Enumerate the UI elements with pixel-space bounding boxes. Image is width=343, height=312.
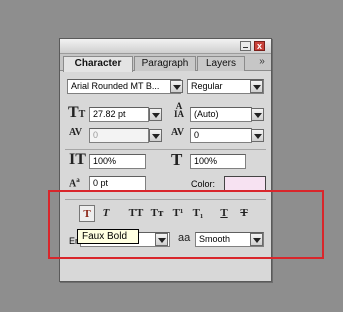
divider	[65, 149, 266, 150]
vertical-scale-value: 100%	[93, 156, 117, 166]
tab-layers[interactable]: Layers	[197, 56, 245, 71]
leading-icon: A IA	[173, 101, 184, 119]
close-button[interactable]: x	[254, 41, 265, 51]
kerning-value: 0	[93, 130, 99, 140]
font-style-value: Regular	[191, 81, 223, 91]
tracking-dropdown-icon[interactable]	[251, 129, 264, 142]
leading-field[interactable]: (Auto)	[190, 107, 252, 122]
vertical-scale-field[interactable]: 100%	[89, 154, 146, 169]
color-swatch[interactable]	[224, 176, 266, 191]
baseline-shift-icon: Aa	[69, 176, 80, 190]
leading-dropdown-icon[interactable]	[251, 108, 264, 121]
font-size-dropdown-icon[interactable]	[149, 108, 162, 121]
font-family-dropdown-icon[interactable]	[170, 80, 183, 93]
tracking-field[interactable]: 0	[190, 128, 252, 143]
font-family-value: Arial Rounded MT B...	[71, 81, 160, 91]
tab-character[interactable]: Character	[63, 56, 133, 72]
palette-title-bar[interactable]: x	[60, 39, 271, 54]
panel-menu-icon[interactable]: »	[255, 56, 269, 69]
palette-tab-row: Character Paragraph Layers »	[60, 54, 271, 72]
font-size-field[interactable]: 27.82 pt	[89, 107, 149, 122]
annotation-highlight-box	[48, 190, 324, 259]
font-size-value: 27.82 pt	[93, 109, 126, 119]
kerning-dropdown-icon[interactable]	[149, 129, 162, 142]
tracking-icon: AV	[171, 127, 185, 138]
kerning-field[interactable]: 0	[89, 128, 149, 143]
minimize-button[interactable]	[240, 41, 251, 51]
font-size-icon: TT	[68, 104, 86, 121]
horizontal-scale-field[interactable]: 100%	[190, 154, 246, 169]
baseline-shift-value: 0 pt	[93, 178, 109, 188]
tracking-value: 0	[194, 130, 200, 140]
font-family-select[interactable]: Arial Rounded MT B...	[67, 79, 181, 94]
color-label: Color:	[191, 179, 216, 189]
leading-value: (Auto)	[194, 109, 219, 119]
baseline-shift-field[interactable]: 0 pt	[89, 176, 146, 191]
kerning-icon: AV	[69, 127, 83, 138]
horizontal-scale-value: 100%	[194, 156, 218, 166]
tab-paragraph[interactable]: Paragraph	[134, 56, 196, 71]
horizontal-scale-icon: T	[171, 150, 183, 169]
vertical-scale-icon: IT	[69, 151, 86, 168]
font-style-dropdown-icon[interactable]	[250, 80, 263, 93]
